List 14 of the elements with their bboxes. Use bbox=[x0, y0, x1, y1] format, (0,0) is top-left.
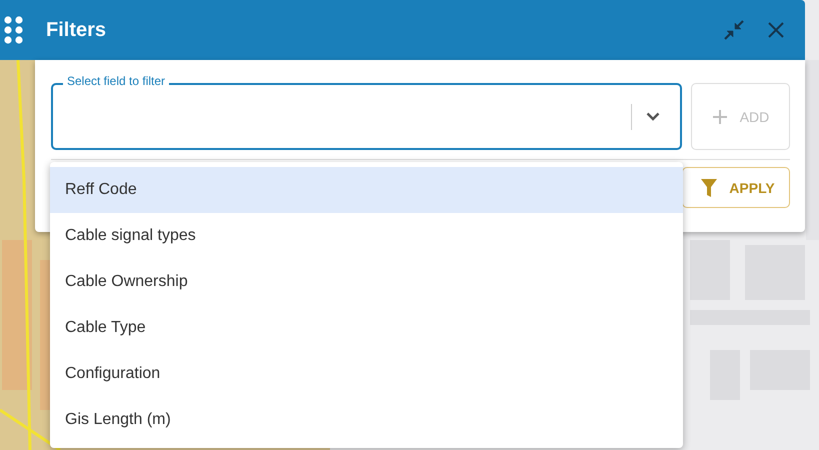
filter-icon bbox=[701, 178, 718, 196]
dropdown-option[interactable]: Cable Type bbox=[50, 305, 683, 351]
dropdown-option[interactable]: Cable signal types bbox=[50, 213, 683, 259]
dropdown-option[interactable]: Configuration bbox=[50, 351, 683, 397]
dropdown-option[interactable]: Gis Length (m) bbox=[50, 397, 683, 443]
collapse-arrows-icon bbox=[723, 19, 745, 41]
chevron-down-icon[interactable] bbox=[646, 112, 660, 121]
close-icon bbox=[767, 21, 785, 39]
drag-handle-icon[interactable] bbox=[4, 15, 24, 45]
dialog-title: Filters bbox=[46, 18, 108, 42]
field-label: Select field to filter bbox=[63, 74, 170, 88]
dropdown-option[interactable]: Reff Code bbox=[50, 167, 683, 213]
dropdown-option[interactable]: Cable Ownership bbox=[50, 259, 683, 305]
plus-icon bbox=[712, 108, 728, 124]
